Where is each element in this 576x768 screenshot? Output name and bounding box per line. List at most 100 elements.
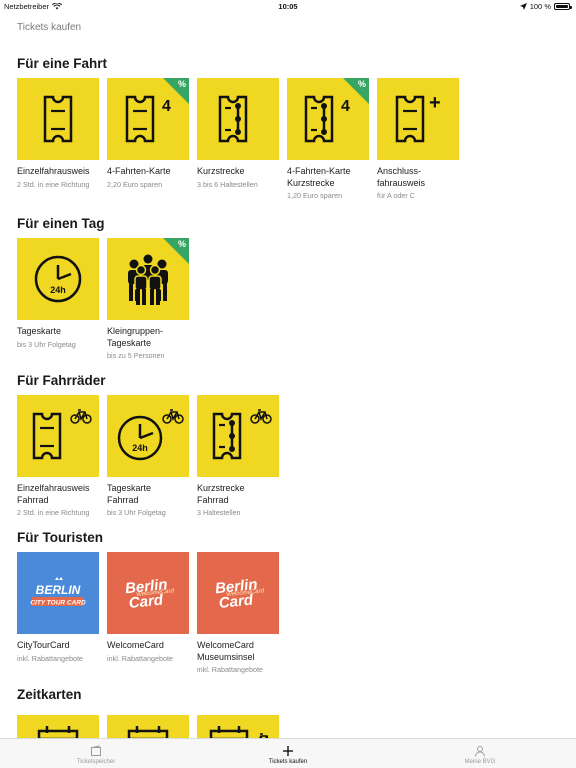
ticket-subtitle: 2 Std. in eine Richtung <box>17 179 90 189</box>
page-title: Tickets kaufen <box>17 22 82 33</box>
section-title: Für Touristen <box>17 530 103 545</box>
clock-label: 24h <box>50 285 66 295</box>
logo-line-2: Card <box>128 591 165 612</box>
ticket-name: WelcomeCard <box>107 640 164 650</box>
ticket-name: Kurzstrecke Fahrrad <box>197 483 245 505</box>
plus-icon: + <box>429 92 441 114</box>
ticket-tile-image <box>17 78 99 160</box>
clock-24h-icon: 24h <box>34 255 82 303</box>
clock-label: 24h <box>132 443 148 453</box>
ticket-subtitle: 3 Haltestellen <box>197 508 241 517</box>
ticket-tile-anschlussfahrausweis[interactable]: + Anschluss-fahrausweis für A oder C <box>377 78 459 200</box>
connection-ticket-icon: + <box>395 92 441 143</box>
ticket-name: WelcomeCard Museumsinsel <box>197 640 255 662</box>
ticket-tile-kurzstrecke-fahrrad[interactable]: Kurzstrecke Fahrrad 3 Haltestellen <box>197 395 279 517</box>
bike-icon <box>70 409 92 424</box>
ticket-tile-image: + <box>377 78 459 160</box>
ticket-tile-tageskarte-fahrrad[interactable]: 24h Tageskarte Fahrrad bis 3 Uhr Folgeta… <box>107 395 189 517</box>
ticket-tile-welcomecard-museumsinsel[interactable]: Berlin WelcomeCard Card WelcomeCard Muse… <box>197 552 279 674</box>
ticket-tile-4-fahrten-karte[interactable]: 4 % 4-Fahrten-Karte 2,20 Euro sparen <box>107 78 189 200</box>
ticket-tile-image <box>17 395 99 477</box>
tab-tickets-kaufen[interactable]: Tickets kaufen <box>192 739 384 768</box>
ticket-tile-einzelfahrausweis-fahrrad[interactable]: Einzelfahrausweis Fahrrad 2 Std. in eine… <box>17 395 99 517</box>
ticket-tile-image: Berlin WelcomeCard Card <box>107 552 189 634</box>
section-title: Zeitkarten <box>17 687 82 702</box>
ticket-subtitle: 1,20 Euro sparen <box>287 191 343 200</box>
bike-icon <box>162 409 184 424</box>
logo-line-2: CITY TOUR CARD <box>30 600 86 607</box>
ticket-tile-image: 24h <box>17 238 99 320</box>
ticket-tile-image: Berlin WelcomeCard Card <box>197 552 279 634</box>
ticket-subtitle: 3 bis 6 Haltestellen <box>197 179 258 189</box>
ticket-tile-tageskarte[interactable]: 24h Tageskarte bis 3 Uhr Folgetag <box>17 238 99 360</box>
ticket-tile-citytourcard[interactable]: BERLIN CITY TOUR CARD CityTourCard inkl.… <box>17 552 99 674</box>
status-right: 100 % <box>519 2 572 11</box>
percent-icon: % <box>177 79 186 89</box>
citytourcard-logo: BERLIN CITY TOUR CARD <box>30 577 86 607</box>
section-day: Für einen Tag 24h Tageskarte bis 3 Uhr F… <box>17 214 576 371</box>
person-icon <box>475 746 485 757</box>
ticket-name: Tageskarte Fahrrad <box>107 483 152 505</box>
ticket-tile-image: 4 % <box>287 78 369 160</box>
ticket-tile-image: 24h <box>107 395 189 477</box>
ticket-subtitle: inkl. Rabattangebote <box>107 653 173 663</box>
status-bar: Netzbetreiber 10:05 100 % <box>0 0 576 12</box>
wallet-icon <box>91 745 101 756</box>
ticket-tile-4-fahrten-karte-kurzstrecke[interactable]: 4 % 4-Fahrten-Karte Kurzstrecke 1,20 Eur… <box>287 78 369 200</box>
bike-short-trip-icon <box>212 409 272 460</box>
ticket-subtitle: 2 Std. in eine Richtung <box>17 508 90 517</box>
ticket-name: Kleingruppen-Tageskarte <box>107 326 164 348</box>
tab-label: Ticketspeicher <box>76 759 116 765</box>
bike-clock-icon: 24h <box>117 409 184 461</box>
ticket-subtitle: inkl. Rabattangebote <box>17 653 83 663</box>
welcomecard-logo: Berlin WelcomeCard Card <box>124 576 175 612</box>
ticket-subtitle: für A oder C <box>377 191 415 200</box>
logo-line-2: Card <box>218 591 255 612</box>
location-arrow-icon <box>519 3 527 10</box>
welcomecard-museum-logo: Berlin WelcomeCard Card <box>214 576 265 612</box>
percent-icon: % <box>357 79 366 89</box>
ticket-tile-einzelfahrausweis[interactable]: Einzelfahrausweis 2 Std. in eine Richtun… <box>17 78 99 200</box>
ticket-tile-image <box>197 395 279 477</box>
ticket-name: 4-Fahrten-Karte <box>107 166 171 176</box>
section-single-trip: Für eine Fahrt Einzelfahrausweis 2 Std. … <box>17 54 576 214</box>
ticket-subtitle: inkl. Rabattangebote <box>197 665 263 674</box>
ticket-tile-image <box>197 78 279 160</box>
tab-bar: Ticketspeicher Tickets kaufen Meine BVG <box>0 738 576 768</box>
ticket-name: 4-Fahrten-Karte Kurzstrecke <box>287 166 351 188</box>
plus-icon <box>283 746 293 756</box>
ticket-name: Einzelfahrausweis Fahrrad <box>17 483 90 505</box>
ticket-name: CityTourCard <box>17 640 70 650</box>
ticket-subtitle: bis 3 Uhr Folgetag <box>17 339 76 349</box>
ticket-subtitle: bis 3 Uhr Folgetag <box>107 508 166 517</box>
battery-percent: 100 % <box>529 2 551 11</box>
ticket-subtitle: 2,20 Euro sparen <box>107 179 163 189</box>
tab-label: Meine BVG <box>464 759 496 765</box>
ticket-name: Einzelfahrausweis <box>17 166 90 176</box>
section-bikes: Für Fahrräder Einzelfahrausweis Fahrrad <box>17 371 576 528</box>
section-title: Für Fahrräder <box>17 373 106 388</box>
ticket-list: Für eine Fahrt Einzelfahrausweis 2 Std. … <box>17 54 576 755</box>
tab-label: Tickets kaufen <box>268 759 308 765</box>
logo-line-1: BERLIN <box>36 583 81 597</box>
ticket-tile-kleingruppen-tageskarte[interactable]: % Kleingruppen-Tageskarte bis zu 5 Perso… <box>107 238 189 360</box>
ticket-tile-image: BERLIN CITY TOUR CARD <box>17 552 99 634</box>
bike-icon <box>250 409 272 424</box>
ticket-tile-image: 4 % <box>107 78 189 160</box>
ticket-tile-image: % <box>107 238 189 320</box>
ticket-tile-welcomecard[interactable]: Berlin WelcomeCard Card WelcomeCard inkl… <box>107 552 189 674</box>
ticket-name: Kurzstrecke <box>197 166 245 176</box>
ticket-name: Tageskarte <box>17 326 62 336</box>
clock-time: 10:05 <box>278 2 298 11</box>
tab-meine-bvg[interactable]: Meine BVG <box>384 739 576 768</box>
ticket-subtitle: bis zu 5 Personen <box>107 351 165 360</box>
ticket-tile-kurzstrecke[interactable]: Kurzstrecke 3 bis 6 Haltestellen <box>197 78 279 200</box>
short-trip-ticket-icon <box>218 95 248 143</box>
ticket-icon <box>43 95 73 143</box>
section-title: Für eine Fahrt <box>17 56 108 71</box>
ticket-name: Anschluss-fahrausweis <box>377 166 426 188</box>
tab-ticketspeicher[interactable]: Ticketspeicher <box>0 739 192 768</box>
percent-icon: % <box>177 239 186 249</box>
battery-icon <box>554 3 572 10</box>
bike-ticket-icon <box>32 409 92 460</box>
